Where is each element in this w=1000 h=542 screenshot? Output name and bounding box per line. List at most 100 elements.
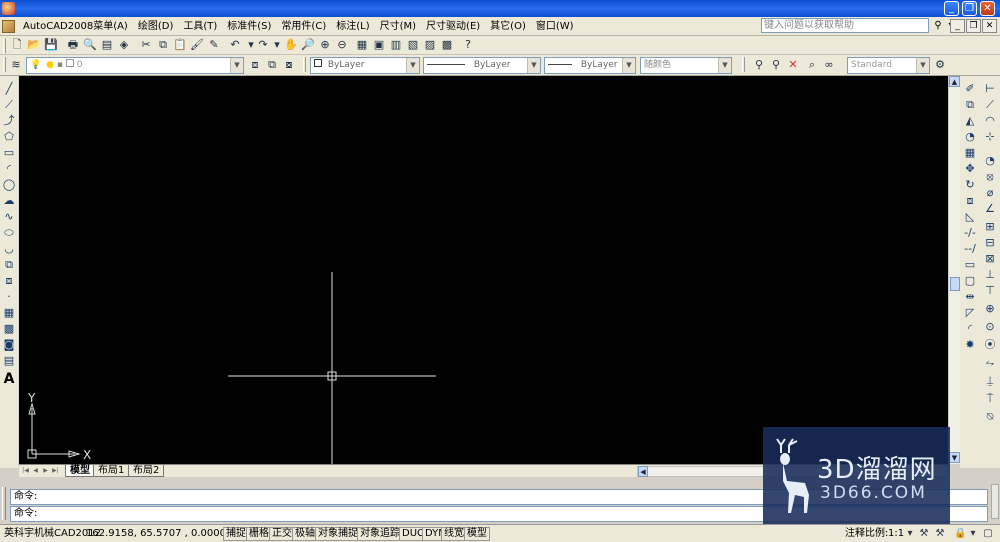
osnap-toggle[interactable]: 对象捕捉: [315, 527, 361, 541]
tab-next-icon[interactable]: ▶: [41, 466, 50, 476]
sheet-set-icon[interactable]: ▧: [406, 38, 420, 52]
angular-dimension-icon[interactable]: ∠: [983, 202, 997, 216]
layer-combo[interactable]: 💡 ● ▪ 0 ▼: [26, 57, 244, 74]
tab-layout2[interactable]: 布局2: [128, 465, 165, 477]
design-center-icon[interactable]: ▣: [372, 38, 386, 52]
help-icon[interactable]: ?: [461, 38, 475, 52]
jogged-linear-icon[interactable]: ⥊: [983, 356, 997, 370]
mirror-icon[interactable]: ◭: [963, 114, 977, 128]
region-icon[interactable]: ◙: [2, 338, 16, 352]
multiline-text-icon[interactable]: A: [2, 372, 16, 386]
lock-toolbar-icon[interactable]: 🔒: [954, 528, 966, 540]
plotstyle-combo[interactable]: 随颜色 ▼: [640, 57, 732, 74]
tab-model[interactable]: 模型: [65, 465, 95, 477]
dimension-space-icon[interactable]: ⊥: [983, 268, 997, 282]
drawing-canvas[interactable]: Y X: [19, 76, 948, 464]
point-icon[interactable]: ·: [2, 290, 16, 304]
help-search-input[interactable]: 键入问题以获取帮助: [761, 18, 929, 33]
app-icon[interactable]: [2, 2, 15, 15]
linear-dimension-icon[interactable]: ⊢: [983, 82, 997, 96]
plotstyle-dropdown-icon[interactable]: ▼: [718, 58, 731, 73]
match-properties-icon[interactable]: 🖌: [190, 38, 204, 52]
toolbar-grip[interactable]: [3, 38, 6, 53]
properties-icon[interactable]: ▦: [355, 38, 369, 52]
doc-minimize-button[interactable]: _: [950, 19, 965, 33]
menu-autocad[interactable]: AutoCAD2008菜单(A): [18, 20, 133, 33]
layer-previous-icon[interactable]: ⧉: [265, 58, 279, 72]
clean-screen-icon[interactable]: ▢: [982, 528, 994, 540]
erase-icon[interactable]: ✐: [963, 82, 977, 96]
toolbar-grip[interactable]: [3, 57, 6, 72]
tab-first-icon[interactable]: |◀: [21, 466, 30, 476]
menu-common-parts[interactable]: 常用件(C): [276, 20, 331, 33]
text-style-manager-icon[interactable]: ⚙: [933, 58, 947, 72]
redo-dropdown-icon[interactable]: ▾: [270, 38, 284, 52]
explode-icon[interactable]: ✸: [963, 338, 977, 352]
menu-dimension[interactable]: 标注(L): [331, 20, 374, 33]
print-icon[interactable]: 🖶: [66, 38, 80, 52]
tab-prev-icon[interactable]: ◀: [31, 466, 40, 476]
doc-restore-button[interactable]: ❐: [966, 19, 981, 33]
construction-line-icon[interactable]: ⟋: [2, 98, 16, 112]
layer-manager-icon[interactable]: ≋: [9, 58, 23, 72]
menu-tools[interactable]: 工具(T): [178, 20, 222, 33]
arc-icon[interactable]: ◜: [2, 162, 16, 176]
line-icon[interactable]: ╱: [2, 82, 16, 96]
rectangle-icon[interactable]: ▭: [2, 146, 16, 160]
dimension-break-icon[interactable]: ⊤: [983, 284, 997, 298]
dimension-update-icon[interactable]: ⍉: [983, 410, 997, 424]
circle-icon[interactable]: ◯: [2, 178, 16, 192]
save-icon[interactable]: 💾: [44, 38, 58, 52]
plot-icon[interactable]: ◈: [117, 38, 131, 52]
toolbar-grip[interactable]: [742, 57, 745, 72]
polygon-icon[interactable]: ⬠: [2, 130, 16, 144]
ellipse-icon[interactable]: ⬭: [2, 226, 16, 240]
text-style-dropdown-icon[interactable]: ▼: [916, 58, 929, 73]
close-button[interactable]: ✕: [980, 1, 995, 16]
vertical-scrollbar[interactable]: ▲ ▼: [948, 76, 960, 464]
extend-icon[interactable]: --/: [963, 242, 977, 256]
scroll-thumb[interactable]: [950, 277, 960, 291]
print-preview-icon[interactable]: 🔍: [83, 38, 97, 52]
ellipse-arc-icon[interactable]: ◡: [2, 242, 16, 256]
array-icon[interactable]: ▦: [963, 146, 977, 160]
redo-icon[interactable]: ↷: [256, 38, 270, 52]
tab-layout1[interactable]: 布局1: [93, 465, 130, 477]
help-search-icon[interactable]: ⚲: [931, 19, 945, 33]
color-combo[interactable]: ByLayer ▼: [310, 57, 420, 74]
menu-other[interactable]: 其它(O): [485, 20, 531, 33]
quick-dimension-icon[interactable]: ⊞: [983, 220, 997, 234]
find-icon[interactable]: ⌕: [805, 58, 819, 72]
gradient-icon[interactable]: ▩: [2, 322, 16, 336]
minimize-button[interactable]: _: [944, 1, 959, 16]
model-toggle[interactable]: 模型: [464, 527, 490, 541]
auto-scale-icon[interactable]: ⚒: [934, 528, 946, 540]
tolerance-icon[interactable]: ⊕: [983, 302, 997, 316]
new-file-icon[interactable]: 🗋: [10, 38, 24, 52]
center-mark-icon[interactable]: ⊙: [983, 320, 997, 334]
scroll-left-icon[interactable]: ◀: [638, 466, 648, 477]
move-icon[interactable]: ✥: [963, 162, 977, 176]
menu-standard-parts[interactable]: 标准件(S): [222, 20, 276, 33]
lock-dropdown-icon[interactable]: ▾: [967, 528, 979, 540]
linetype-dropdown-icon[interactable]: ▼: [527, 58, 540, 73]
diameter-dimension-icon[interactable]: ⌀: [983, 186, 997, 200]
zoom-window-icon[interactable]: ⊕: [318, 38, 332, 52]
ordinate-dimension-icon[interactable]: ⊹: [983, 130, 997, 144]
command-scrollbar[interactable]: [991, 484, 999, 519]
menu-window[interactable]: 窗口(W): [531, 20, 579, 33]
dimension-text-edit-icon[interactable]: ⍑: [983, 392, 997, 406]
pan-icon[interactable]: ✋: [284, 38, 298, 52]
tab-last-icon[interactable]: ▶|: [51, 466, 60, 476]
copy-object-icon[interactable]: ⧉: [963, 98, 977, 112]
color-dropdown-icon[interactable]: ▼: [406, 58, 419, 73]
lineweight-dropdown-icon[interactable]: ▼: [622, 58, 635, 73]
zoom-previous-icon[interactable]: ⊖: [335, 38, 349, 52]
jogged-dimension-icon[interactable]: ⦻: [983, 170, 997, 184]
block-editor-icon[interactable]: ✎: [207, 38, 221, 52]
rotate-icon[interactable]: ↻: [963, 178, 977, 192]
command-window-grip[interactable]: [2, 487, 6, 520]
dimension-edit-icon[interactable]: ⍊: [983, 374, 997, 388]
open-file-icon[interactable]: 📂: [27, 38, 41, 52]
glasses-icon[interactable]: ∞: [822, 58, 836, 72]
